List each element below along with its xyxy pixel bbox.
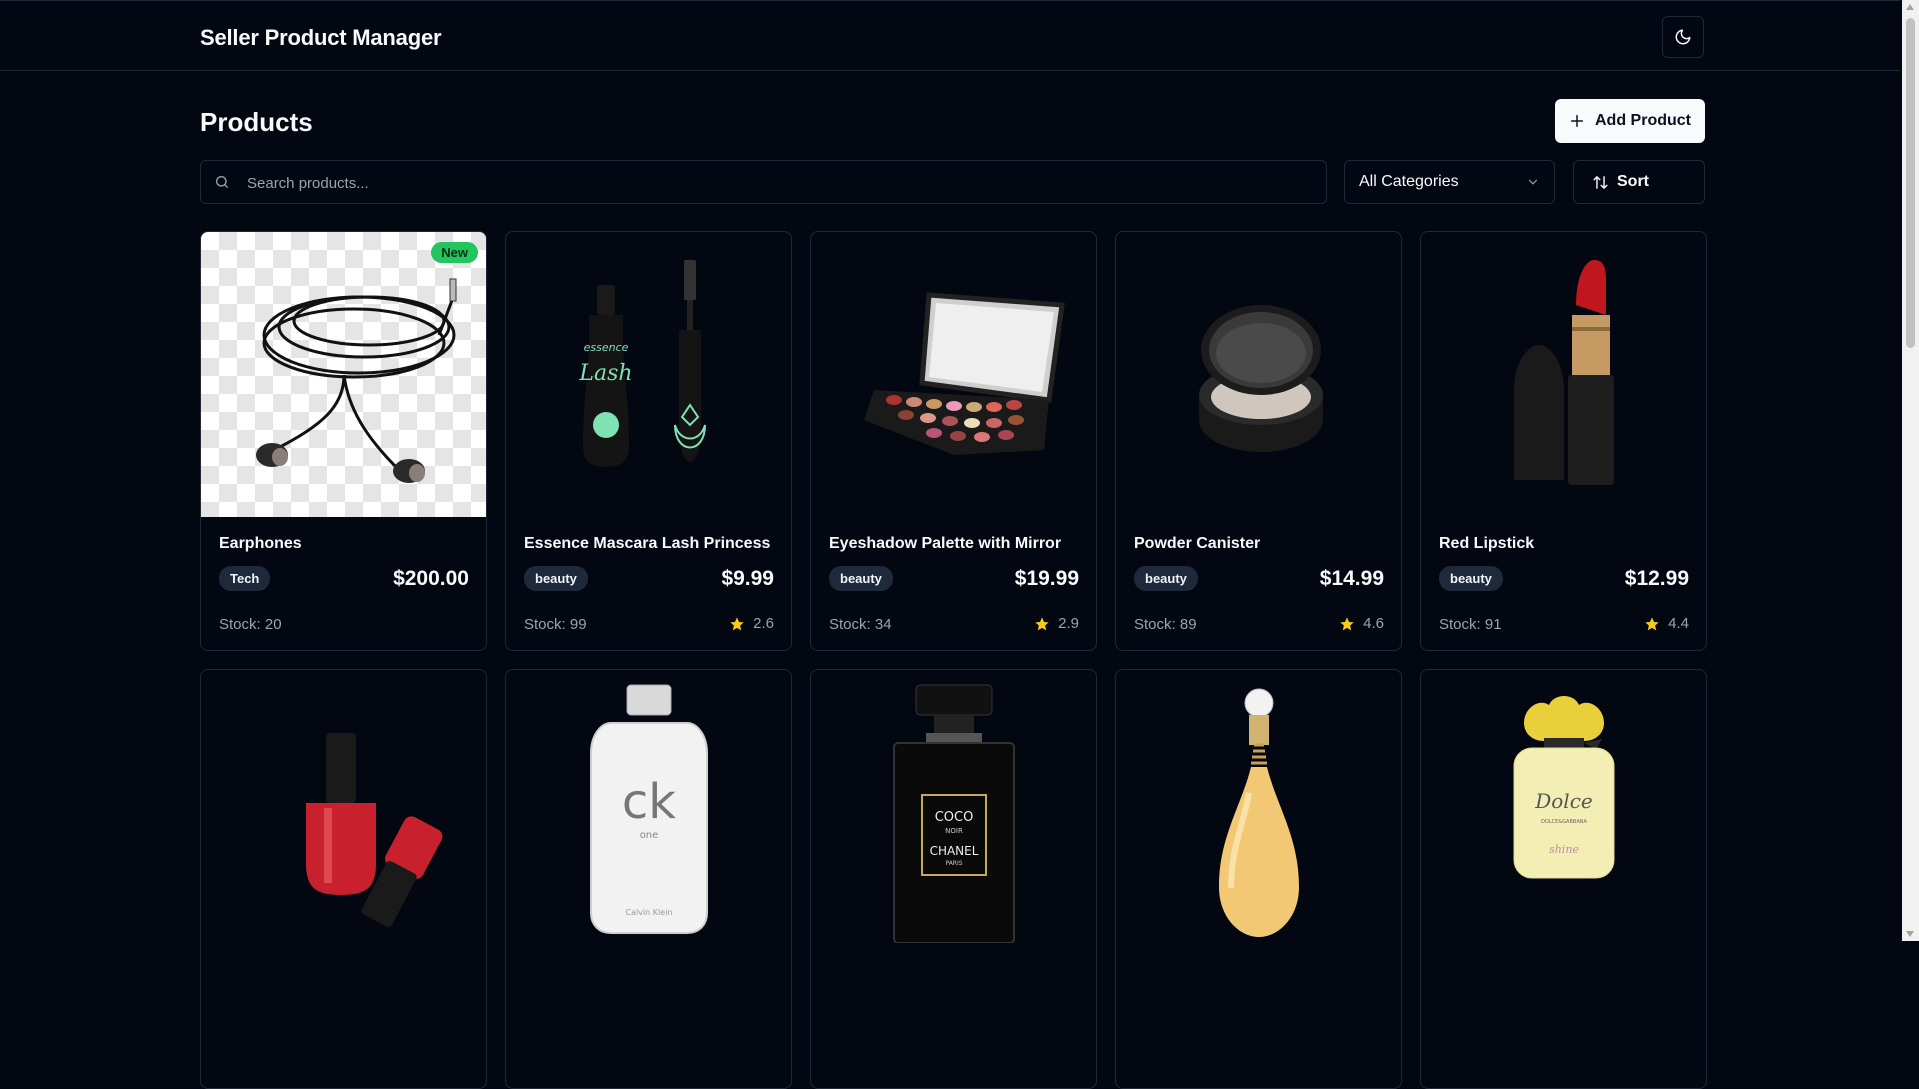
product-image: Dolce DOLCE&GABBANA shine bbox=[1421, 670, 1706, 955]
rating-value: 2.6 bbox=[753, 615, 774, 632]
scroll-up-arrow-icon[interactable] bbox=[1906, 4, 1914, 10]
add-product-button[interactable]: Add Product bbox=[1555, 99, 1705, 143]
category-badge: Tech bbox=[219, 566, 271, 591]
dolce-gabbana-text: DOLCE&GABBANA bbox=[1541, 819, 1587, 825]
product-price: $19.99 bbox=[1014, 567, 1079, 590]
product-card[interactable]: Eyeshadow Palette with Mirror beauty $19… bbox=[810, 231, 1097, 651]
product-rating: 4.4 bbox=[1644, 615, 1689, 632]
earphones-image bbox=[255, 278, 456, 483]
dior-perfume-image bbox=[1218, 688, 1299, 937]
svg-text:Lash: Lash bbox=[578, 361, 632, 386]
rating-value: 2.9 bbox=[1058, 615, 1079, 632]
sort-label: Sort bbox=[1617, 173, 1649, 190]
plus-icon bbox=[1570, 114, 1584, 128]
product-stock: Stock: 89 bbox=[1134, 616, 1197, 633]
ck-one-text: one bbox=[639, 830, 658, 841]
product-image: ck one Calvin Klein bbox=[506, 670, 791, 955]
mascara-image: essence Lash bbox=[578, 259, 706, 467]
calvin-klein-text: Calvin Klein bbox=[625, 908, 672, 917]
page-scrollbar[interactable] bbox=[1902, 0, 1919, 941]
category-select[interactable]: All Categories bbox=[1344, 160, 1555, 204]
rating-value: 4.4 bbox=[1668, 615, 1689, 632]
product-card[interactable]: Powder Canister beauty $14.99 Stock: 89 … bbox=[1115, 231, 1402, 651]
scrollbar-thumb[interactable] bbox=[1906, 18, 1915, 348]
star-icon bbox=[1035, 616, 1049, 630]
product-image bbox=[1116, 670, 1401, 955]
sort-arrows-icon bbox=[1593, 175, 1608, 189]
product-name: Earphones bbox=[219, 535, 302, 552]
sort-button[interactable]: Sort bbox=[1573, 160, 1705, 204]
search-box bbox=[200, 160, 1327, 205]
product-name: Red Lipstick bbox=[1439, 535, 1535, 552]
star-icon bbox=[730, 616, 744, 630]
product-stock: Stock: 20 bbox=[219, 616, 282, 633]
nail-polish-image bbox=[305, 732, 442, 927]
coco-text: COCO bbox=[934, 810, 973, 825]
new-badge: New bbox=[431, 242, 478, 263]
product-image bbox=[811, 232, 1096, 517]
chanel-text: CHANEL bbox=[929, 844, 978, 858]
product-name: Essence Mascara Lash Princess bbox=[524, 535, 771, 552]
product-card[interactable] bbox=[1115, 669, 1402, 1089]
scroll-down-arrow-icon[interactable] bbox=[1906, 931, 1914, 937]
svg-text:essence: essence bbox=[583, 341, 628, 354]
product-price: $200.00 bbox=[393, 567, 469, 590]
product-image: COCO NOIR CHANEL PARIS bbox=[811, 670, 1096, 955]
product-card[interactable]: COCO NOIR CHANEL PARIS bbox=[810, 669, 1097, 1089]
paris-text: PARIS bbox=[945, 860, 962, 867]
chanel-perfume-image: COCO NOIR CHANEL PARIS bbox=[892, 684, 1015, 943]
product-card[interactable]: essence Lash Essence Mascara Lash Prince… bbox=[505, 231, 792, 651]
product-stock: Stock: 91 bbox=[1439, 616, 1502, 633]
dolce-shine-perfume-image: Dolce DOLCE&GABBANA shine bbox=[1513, 695, 1614, 878]
page-title: Products bbox=[200, 107, 313, 137]
noir-text: NOIR bbox=[945, 827, 963, 835]
product-name: Eyeshadow Palette with Mirror bbox=[829, 535, 1062, 552]
product-image bbox=[1116, 232, 1401, 517]
theme-toggle-button[interactable] bbox=[1662, 16, 1704, 58]
product-name: Powder Canister bbox=[1134, 535, 1261, 552]
product-price: $14.99 bbox=[1319, 567, 1384, 590]
category-badge: beauty bbox=[1134, 566, 1198, 591]
product-card[interactable]: ck one Calvin Klein bbox=[505, 669, 792, 1089]
chevron-down-icon bbox=[1528, 179, 1538, 185]
search-input[interactable] bbox=[245, 161, 1309, 205]
product-stock: Stock: 99 bbox=[524, 616, 587, 633]
product-card[interactable]: New Earphones Tech $200.00 Stock: 20 bbox=[200, 231, 487, 651]
product-image: essence Lash bbox=[506, 232, 791, 517]
product-rating: 2.6 bbox=[729, 615, 774, 632]
star-icon bbox=[1645, 616, 1659, 630]
product-rating: 2.9 bbox=[1034, 615, 1079, 632]
product-card[interactable]: Dolce DOLCE&GABBANA shine bbox=[1420, 669, 1707, 1089]
lipstick-image bbox=[1513, 259, 1614, 485]
moon-icon bbox=[1675, 29, 1691, 45]
product-price: $9.99 bbox=[721, 567, 774, 590]
category-select-value: All Categories bbox=[1359, 173, 1459, 190]
category-badge: beauty bbox=[524, 566, 588, 591]
product-card[interactable]: Red Lipstick beauty $12.99 Stock: 91 4.4 bbox=[1420, 231, 1707, 651]
product-stock: Stock: 34 bbox=[829, 616, 892, 633]
ck-logo-text: ck bbox=[621, 774, 675, 830]
shine-text: shine bbox=[1549, 843, 1579, 856]
dolce-text: Dolce bbox=[1534, 789, 1593, 813]
top-bar: Seller Product Manager bbox=[0, 0, 1900, 71]
category-badge: beauty bbox=[1439, 566, 1503, 591]
product-grid: New Earphones Tech $200.00 Stock: 20 ess… bbox=[200, 231, 1707, 1089]
star-icon bbox=[1340, 616, 1354, 630]
ck-one-perfume-image: ck one Calvin Klein bbox=[589, 684, 708, 934]
product-card[interactable] bbox=[200, 669, 487, 1089]
search-icon bbox=[216, 176, 228, 188]
add-product-label: Add Product bbox=[1595, 112, 1691, 129]
product-image bbox=[1421, 232, 1706, 517]
product-image bbox=[201, 670, 486, 955]
app-title: Seller Product Manager bbox=[200, 25, 442, 50]
category-badge: beauty bbox=[829, 566, 893, 591]
product-image bbox=[201, 232, 486, 517]
product-price: $12.99 bbox=[1624, 567, 1689, 590]
eyeshadow-palette-image bbox=[863, 291, 1065, 455]
product-rating: 4.6 bbox=[1339, 615, 1384, 632]
powder-canister-image bbox=[1198, 304, 1323, 452]
rating-value: 4.6 bbox=[1363, 615, 1384, 632]
